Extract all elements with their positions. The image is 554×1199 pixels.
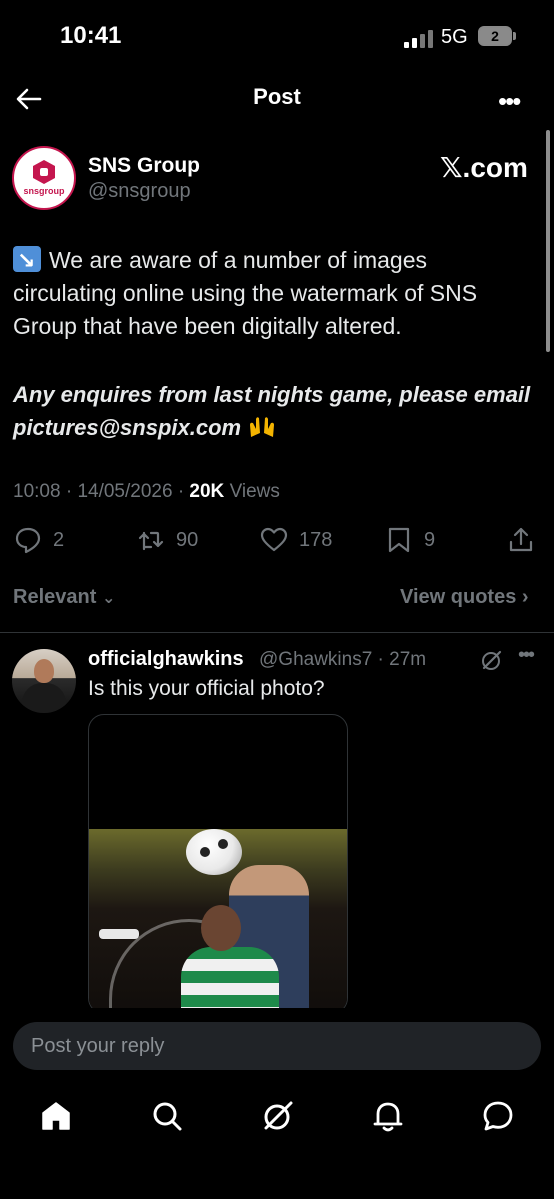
repost-count: 90	[176, 528, 199, 551]
football-photo	[89, 829, 347, 1013]
football-image	[186, 829, 242, 875]
battery-tip	[513, 32, 516, 40]
like-count: 178	[299, 528, 333, 551]
scrollbar[interactable]	[546, 130, 550, 352]
photo-stadium-light	[99, 929, 139, 939]
photo-player-head	[201, 905, 241, 951]
post-meta: 10:08 · 14/05/2026 · 20K Views	[13, 481, 280, 503]
avatar-logo-text: snsgroup	[23, 186, 65, 196]
bookmark-icon	[388, 527, 410, 553]
post-text: We are aware of a number of images circu…	[13, 244, 533, 343]
bookmark-button[interactable]: 9	[384, 524, 435, 556]
author-name[interactable]: SNS Group	[88, 154, 200, 178]
reply-handle-time[interactable]: @Ghawkins7 · 27m	[259, 649, 426, 671]
x-watermark: 𝕏.com	[440, 152, 528, 183]
avatar[interactable]: snsgroup	[12, 146, 76, 210]
meta-separator: ·	[65, 481, 73, 502]
reply-input-placeholder: Post your reply	[31, 1034, 165, 1057]
grok-icon[interactable]	[480, 648, 504, 672]
home-icon	[42, 1102, 70, 1130]
reply-author-name[interactable]: officialghawkins	[88, 648, 244, 671]
battery-level: 2	[491, 28, 499, 44]
message-icon	[483, 1101, 513, 1131]
repost-button[interactable]: 90	[136, 524, 198, 556]
heart-icon	[260, 527, 288, 552]
view-quotes-label: View quotes	[400, 586, 517, 608]
bookmark-count: 9	[424, 528, 436, 551]
nav-messages[interactable]	[480, 1098, 516, 1134]
post-time: 10:08	[13, 481, 61, 502]
battery-icon: 2	[478, 26, 512, 46]
grok-icon	[264, 1101, 293, 1130]
sort-label: Relevant	[13, 586, 97, 608]
reply-text: Is this your official photo?	[88, 677, 325, 700]
share-icon	[509, 527, 533, 552]
post-text-emphasis: Any enquires from last nights game, plea…	[13, 378, 533, 444]
view-quotes-link[interactable]: View quotes ›	[400, 586, 529, 609]
arrow-down-right-emoji-icon	[13, 244, 41, 277]
photo-player-hoops	[181, 947, 279, 1013]
reply-input[interactable]: Post your reply	[13, 1022, 541, 1070]
search-icon	[153, 1102, 182, 1131]
share-button[interactable]	[506, 524, 536, 556]
reply-count: 2	[53, 528, 65, 551]
views-label: Views	[229, 481, 280, 502]
sns-logo-icon	[33, 160, 55, 184]
sort-dropdown[interactable]: Relevant ⌄	[13, 586, 115, 609]
bell-icon	[373, 1102, 403, 1132]
nav-search[interactable]	[149, 1098, 185, 1134]
avatar-figure-head	[34, 659, 54, 683]
network-type: 5G	[441, 26, 468, 48]
post-date: 14/05/2026	[77, 481, 173, 502]
nav-home[interactable]	[38, 1098, 74, 1134]
ellipsis-icon[interactable]: •••	[498, 86, 521, 117]
divider	[0, 632, 554, 633]
like-button[interactable]: 178	[259, 524, 332, 556]
repost-icon	[138, 531, 164, 551]
views-count: 20K	[189, 481, 225, 502]
reply-more-icon[interactable]: •••	[518, 644, 535, 667]
signal-icon	[404, 30, 433, 48]
reply-photo[interactable]	[88, 714, 348, 1014]
nav-grok[interactable]	[260, 1098, 296, 1134]
reply-avatar[interactable]	[12, 649, 76, 713]
reply-button[interactable]: 2	[13, 524, 64, 556]
reply-icon	[15, 527, 41, 554]
author-handle[interactable]: @snsgroup	[88, 180, 191, 203]
raising-hands-emoji-icon	[250, 417, 275, 437]
page-title: Post	[253, 84, 301, 109]
status-time: 10:41	[60, 22, 122, 49]
nav-notifications[interactable]	[370, 1098, 406, 1134]
chevron-right-icon: ›	[521, 586, 529, 608]
avatar-figure-body	[22, 683, 66, 713]
post-text-line: We are aware of a number of images circu…	[13, 247, 478, 339]
chevron-down-icon: ⌄	[101, 590, 116, 607]
meta-separator-2: ·	[177, 481, 185, 502]
